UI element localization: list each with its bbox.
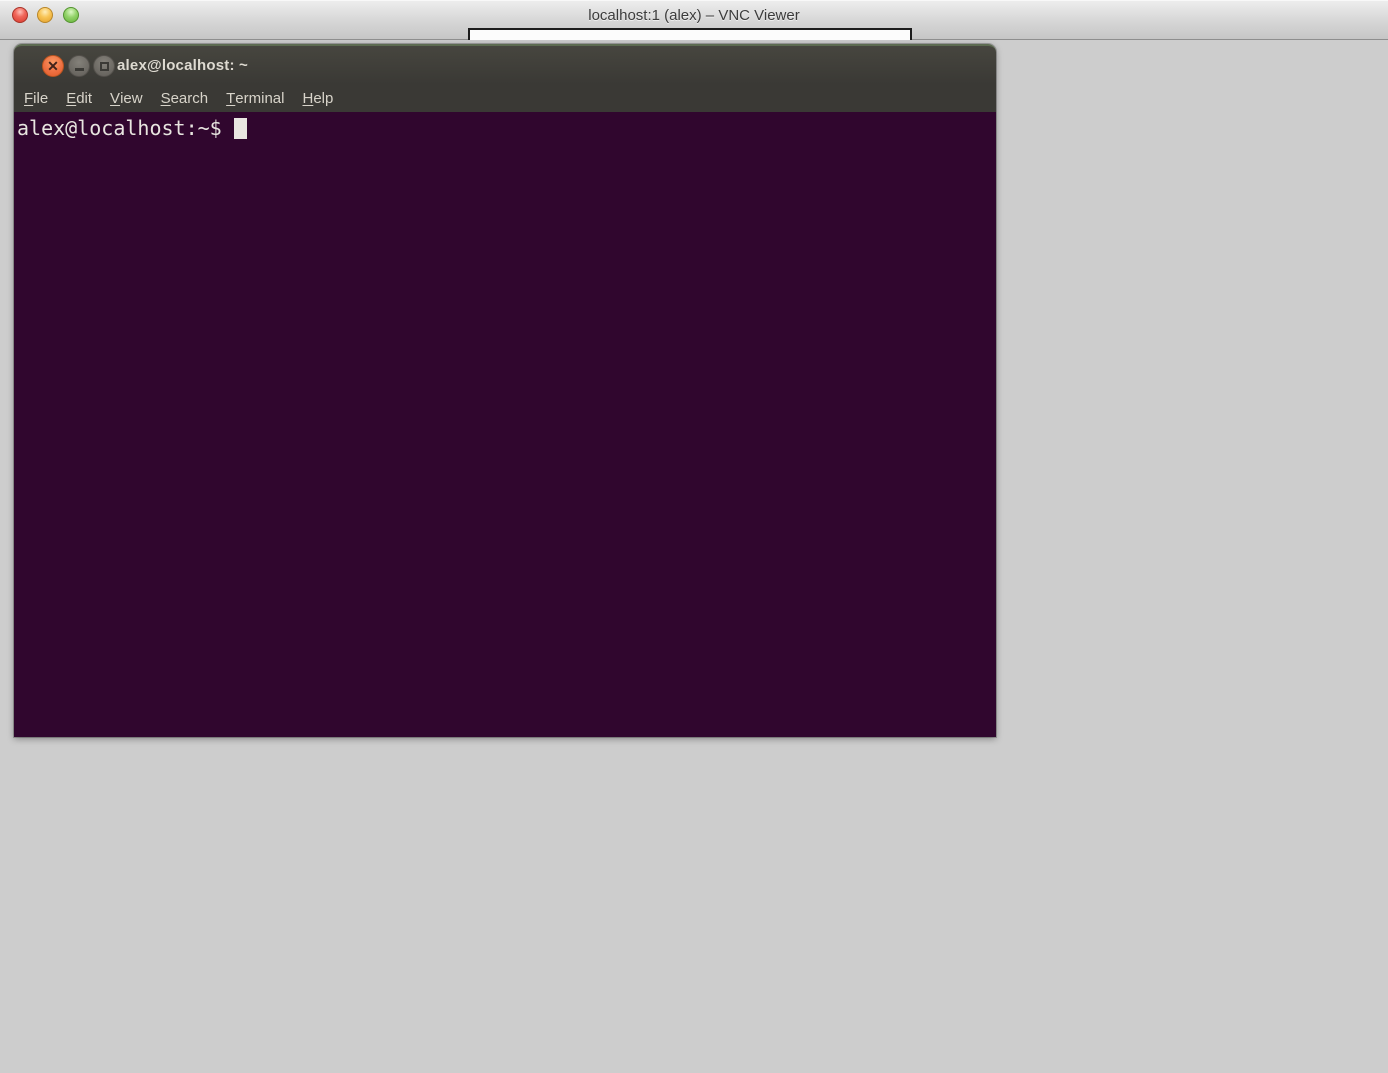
vnc-toolbar-tab[interactable] (468, 28, 912, 40)
terminal-minimize-button[interactable] (68, 55, 90, 77)
terminal-screen[interactable]: alex@localhost:~$ (14, 112, 996, 737)
terminal-maximize-button[interactable] (93, 55, 115, 77)
menu-file[interactable]: File (15, 84, 57, 112)
terminal-close-button[interactable]: ✕ (42, 55, 64, 77)
shell-prompt: alex@localhost:~$ (17, 117, 222, 139)
terminal-window: ✕ alex@localhost: ~ File Edit View Searc… (14, 44, 996, 737)
close-icon: ✕ (47, 59, 59, 73)
maximize-icon (100, 62, 109, 71)
terminal-menubar: File Edit View Search Terminal Help (14, 84, 996, 112)
menu-help[interactable]: Help (293, 84, 342, 112)
vnc-viewer-titlebar: localhost:1 (alex) – VNC Viewer (0, 0, 1388, 40)
shell-prompt-line: alex@localhost:~$ (17, 117, 996, 139)
menu-terminal[interactable]: Terminal (217, 84, 293, 112)
minimize-icon (75, 68, 84, 71)
menu-edit[interactable]: Edit (57, 84, 101, 112)
terminal-window-title: alex@localhost: ~ (117, 57, 248, 74)
vnc-viewer-window-title: localhost:1 (alex) – VNC Viewer (0, 7, 1388, 24)
terminal-cursor (234, 118, 247, 139)
menu-view[interactable]: View (101, 84, 152, 112)
terminal-titlebar[interactable]: ✕ alex@localhost: ~ (14, 44, 996, 84)
menu-search[interactable]: Search (152, 84, 218, 112)
vnc-remote-desktop: ✕ alex@localhost: ~ File Edit View Searc… (0, 41, 1388, 1073)
